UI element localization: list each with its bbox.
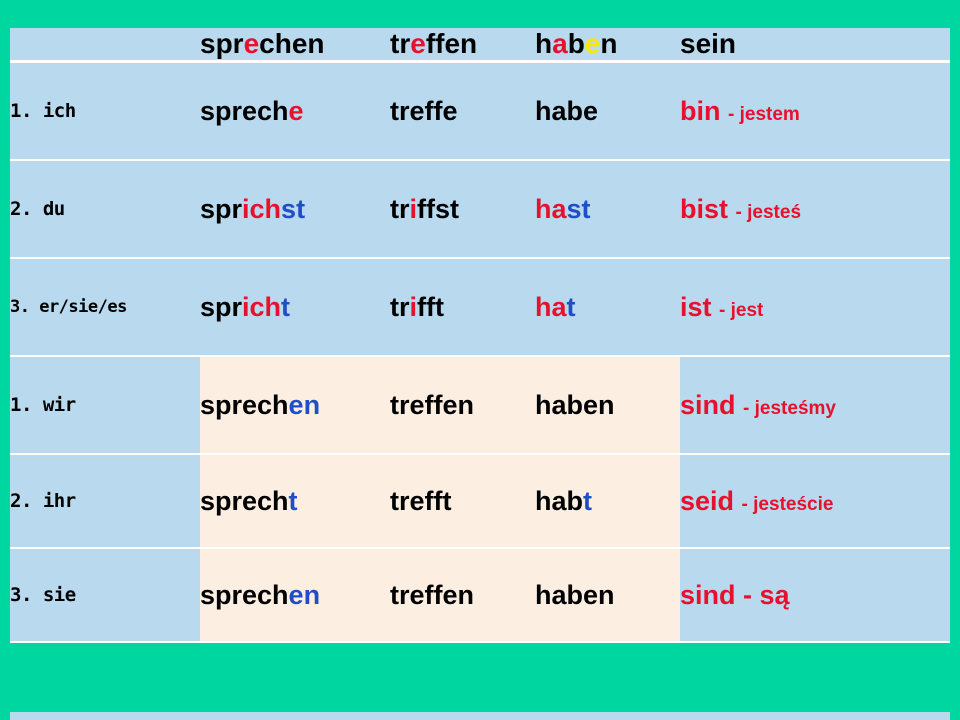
table-row-ihr: 2. ihr sprecht trefft habt seid - jesteś… (10, 454, 950, 549)
form-sein-du: bist - jesteś (680, 160, 950, 259)
header-corner-cell (10, 28, 200, 63)
form-treffen-sie: treffen (390, 548, 535, 643)
form-haben-sie: haben (535, 548, 680, 643)
form-sein-ich: bin - jestem (680, 61, 950, 161)
form-haben-du: hast (535, 160, 680, 259)
form-sprechen-sie: sprechen (200, 548, 390, 643)
form-sein-ihr: seid - jesteście (680, 454, 950, 549)
form-treffen-wir: treffen (390, 356, 535, 455)
table-bottom-edge (10, 712, 950, 720)
pronoun-ihr: 2. ihr (10, 454, 200, 549)
form-treffen-er: trifft (390, 258, 535, 357)
form-sprechen-wir: sprechen (200, 356, 390, 455)
form-sprechen-ich: spreche (200, 61, 390, 161)
header-verb-sprechen: sprechen (200, 28, 390, 63)
header-verb-sein: sein (680, 28, 950, 63)
conjugation-table: sprechen treffen haben sein 1. ich sprec… (10, 28, 950, 643)
header-verb-haben: haben (535, 28, 680, 63)
form-sprechen-er: spricht (200, 258, 390, 357)
form-treffen-ich: treffe (390, 61, 535, 161)
slide-canvas: sprechen treffen haben sein 1. ich sprec… (0, 0, 960, 720)
form-sein-wir: sind - jesteśmy (680, 356, 950, 455)
form-haben-er: hat (535, 258, 680, 357)
form-haben-wir: haben (535, 356, 680, 455)
header-verb-treffen: treffen (390, 28, 535, 63)
form-sprechen-du: sprichst (200, 160, 390, 259)
form-haben-ihr: habt (535, 454, 680, 549)
pronoun-er-sie-es: 3. er/sie/es (10, 258, 200, 357)
table-row-wir: 1. wir sprechen treffen haben sind - jes… (10, 356, 950, 455)
form-haben-ich: habe (535, 61, 680, 161)
table-header-row: sprechen treffen haben sein (10, 28, 950, 63)
pronoun-sie: 3. sie (10, 548, 200, 643)
pronoun-ich: 1. ich (10, 61, 200, 161)
table-row-er-sie-es: 3. er/sie/es spricht trifft hat ist - je… (10, 258, 950, 357)
form-sein-er: ist - jest (680, 258, 950, 357)
table-row-ich: 1. ich spreche treffe habe bin - jestem (10, 61, 950, 161)
form-sein-sie: sind - są (680, 548, 950, 643)
pronoun-du: 2. du (10, 160, 200, 259)
form-treffen-du: triffst (390, 160, 535, 259)
form-sprechen-ihr: sprecht (200, 454, 390, 549)
table-row-sie: 3. sie sprechen treffen haben sind - są (10, 548, 950, 643)
form-treffen-ihr: trefft (390, 454, 535, 549)
table-row-du: 2. du sprichst triffst hast bist - jeste… (10, 160, 950, 259)
pronoun-wir: 1. wir (10, 356, 200, 455)
